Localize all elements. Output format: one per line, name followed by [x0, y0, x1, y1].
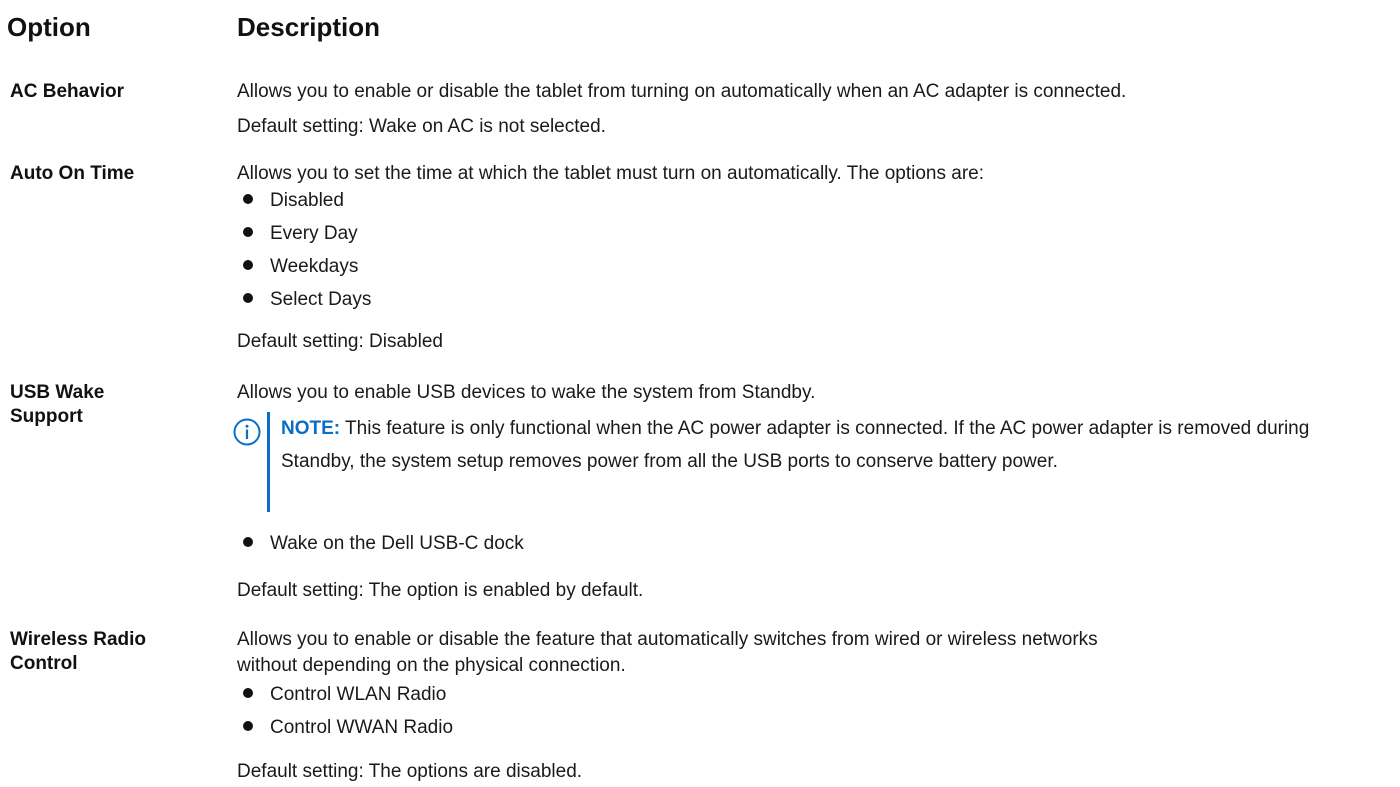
list-item: Control WWAN Radio [243, 716, 453, 740]
column-header-description: Description [237, 12, 381, 42]
list-item: Wake on the Dell USB-C dock [243, 532, 524, 556]
description-wireless-radio-control-line1: Allows you to enable or disable the feat… [237, 629, 1098, 650]
option-usb-wake-support: USB Wake Support [10, 381, 220, 429]
bullet-icon [243, 536, 253, 547]
option-ac-behavior: AC Behavior [10, 81, 125, 102]
option-label-line: USB Wake [10, 382, 105, 403]
default-wireless-radio-control: Default setting: The options are disable… [237, 761, 583, 782]
bullet-icon [243, 687, 253, 698]
option-label-line: Support [10, 406, 83, 427]
bullet-icon [243, 292, 253, 303]
bios-options-table: Option Description AC Behavior Allows yo… [0, 0, 1400, 787]
bullet-icon [243, 193, 253, 204]
description-wireless-radio-control-line2: without depending on the physical connec… [237, 655, 626, 676]
bullet-icon [243, 226, 253, 237]
list-item: Every Day [243, 222, 358, 246]
note-label: NOTE: [281, 418, 341, 439]
list-item: Weekdays [243, 255, 358, 279]
description-ac-behavior: Allows you to enable or disable the tabl… [237, 81, 1127, 102]
default-auto-on-time: Default setting: Disabled [237, 331, 443, 352]
list-item: Disabled [243, 189, 344, 213]
description-usb-wake-support: Allows you to enable USB devices to wake… [237, 382, 816, 403]
option-label-line: Control [10, 653, 78, 674]
bullet-icon [243, 259, 253, 270]
description-auto-on-time: Allows you to set the time at which the … [237, 163, 985, 184]
default-ac-behavior: Default setting: Wake on AC is not selec… [237, 116, 606, 137]
bullet-icon [243, 720, 253, 731]
list-item: Control WLAN Radio [243, 683, 446, 707]
column-header-option: Option [7, 12, 91, 42]
note-body: This feature is only functional when the… [281, 418, 1310, 472]
default-usb-wake-support: Default setting: The option is enabled b… [237, 580, 644, 601]
option-wireless-radio-control: Wireless Radio Control [10, 628, 220, 676]
option-auto-on-time: Auto On Time [10, 163, 135, 184]
list-item: Select Days [243, 288, 371, 312]
note-accent-bar [267, 412, 270, 512]
option-label-line: Wireless Radio [10, 629, 147, 650]
info-circle-icon [233, 418, 261, 446]
note-callout: NOTE: This feature is only functional wh… [281, 412, 1361, 478]
